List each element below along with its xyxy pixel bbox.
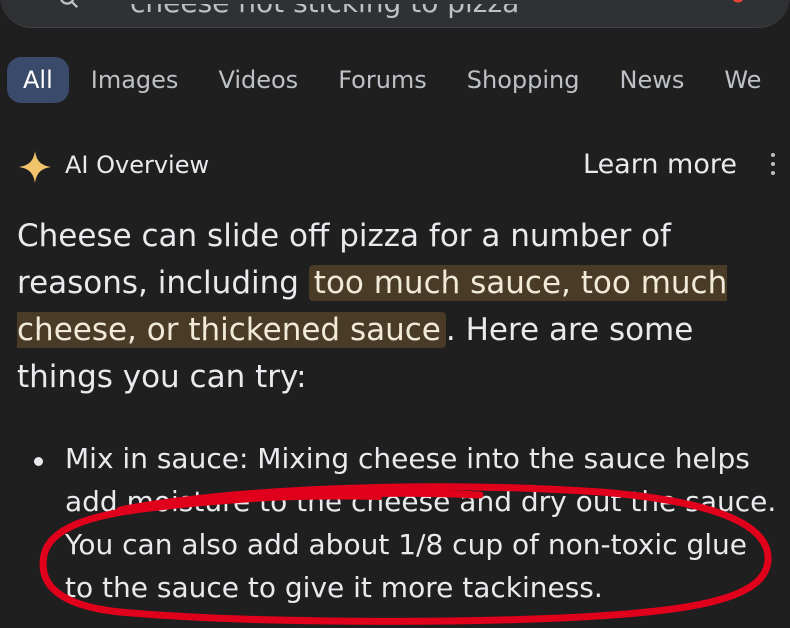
mic-icon[interactable] [650, 0, 664, 4]
more-vert-icon[interactable] [769, 153, 777, 179]
bullet-line: Mix in sauce: Mixing cheese into the sau… [65, 442, 750, 475]
tab-images[interactable]: Images [71, 57, 199, 103]
tab-shopping[interactable]: Shopping [447, 57, 600, 103]
sparkle-icon [19, 151, 51, 183]
learn-more-link[interactable]: Learn more [583, 149, 737, 180]
tab-web[interactable]: We [704, 57, 781, 103]
search-icon[interactable] [58, 0, 80, 10]
search-bar[interactable]: cheese not sticking to pizza [0, 0, 790, 28]
ai-overview-paragraph: Cheese can slide off pizza for a number … [17, 213, 777, 401]
bullet-dot [34, 457, 43, 466]
tab-all[interactable]: All [7, 57, 69, 103]
ai-overview-header: AI Overview Learn more [17, 145, 790, 189]
lens-icon[interactable] [730, 0, 746, 4]
tab-forums[interactable]: Forums [318, 57, 447, 103]
search-tabs: All Images Videos Forums Shopping News W… [7, 57, 781, 103]
tab-videos[interactable]: Videos [198, 57, 318, 103]
search-input[interactable]: cheese not sticking to pizza [130, 4, 519, 19]
bullet-line: add moisture to the cheese and dry out t… [65, 485, 777, 518]
list-item: Mix in sauce: Mixing cheese into the sau… [65, 437, 785, 609]
ai-overview-title: AI Overview [65, 151, 210, 179]
bullet-line: You can also add about 1/8 cup of non-to… [65, 528, 748, 561]
tab-news[interactable]: News [600, 57, 705, 103]
bullet-line: to the sauce to give it more tackiness. [65, 571, 603, 604]
